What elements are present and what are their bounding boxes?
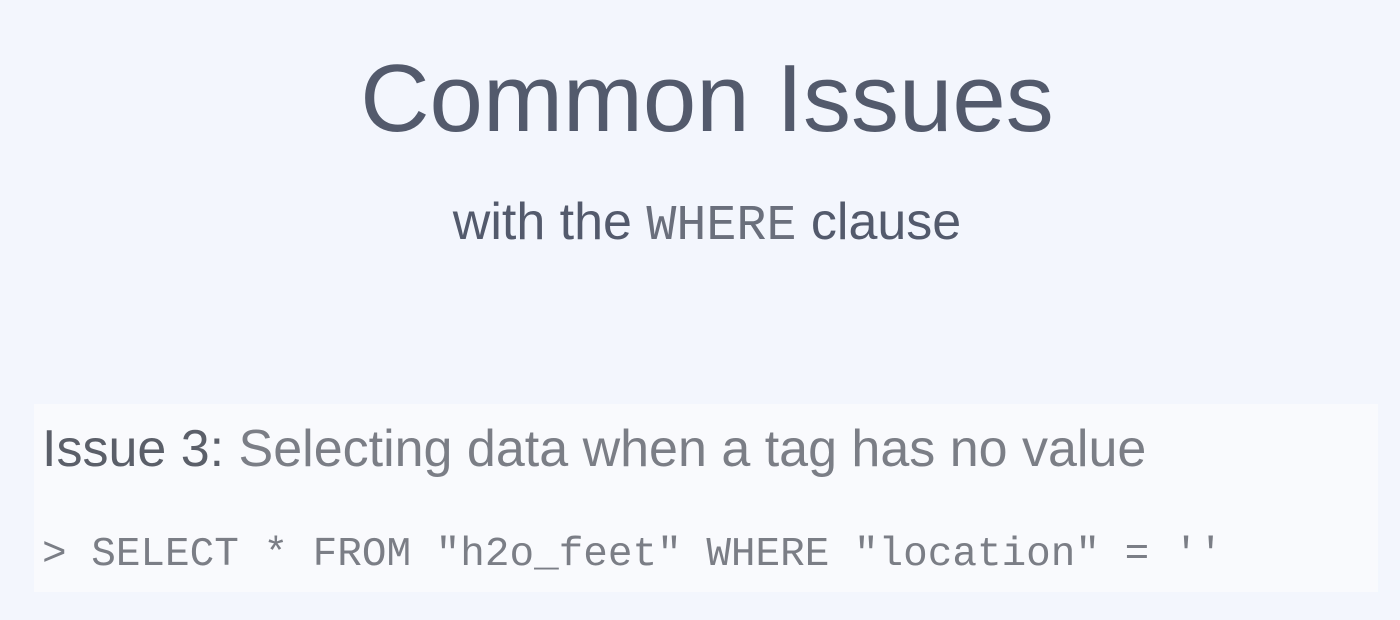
query-text: SELECT * FROM "h2o_feet" WHERE "location… — [91, 532, 1224, 578]
issue-label: Issue 3: — [42, 420, 225, 478]
issue-panel: Issue 3: Selecting data when a tag has n… — [34, 404, 1378, 592]
query-prompt: > — [42, 532, 92, 578]
slide-subtitle: with the WHERE clause — [0, 192, 1400, 257]
slide: Common Issues with the WHERE clause Issu… — [0, 0, 1400, 620]
slide-title: Common Issues — [360, 45, 1054, 152]
issue-heading: Issue 3: Selecting data when a tag has n… — [42, 418, 1146, 480]
subtitle-prefix: with the — [452, 193, 647, 251]
issue-description: Selecting data when a tag has no value — [224, 420, 1147, 478]
subtitle-keyword: WHERE — [646, 198, 797, 255]
subtitle-suffix: clause — [796, 193, 962, 251]
query-code: > SELECT * FROM "h2o_feet" WHERE "locati… — [42, 530, 1223, 580]
